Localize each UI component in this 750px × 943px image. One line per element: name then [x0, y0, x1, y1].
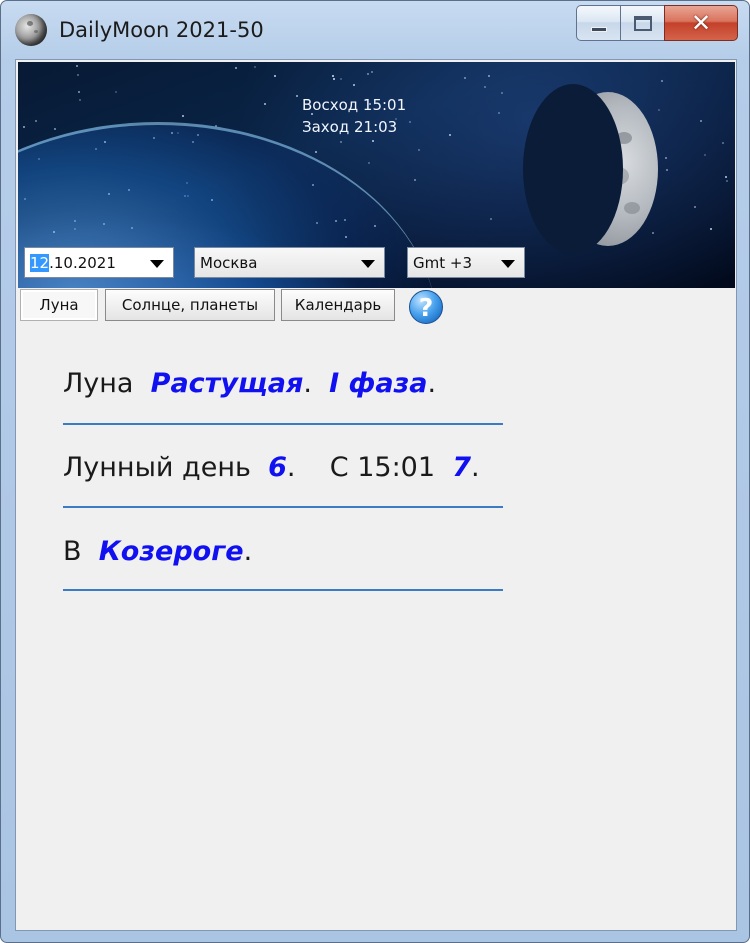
moon-icon [15, 14, 47, 46]
star [498, 112, 500, 114]
star [409, 121, 411, 123]
moon-phase-line: Луна Растущая. I фаза. [63, 368, 436, 399]
star [414, 179, 416, 181]
tab-moon[interactable]: Луна [20, 289, 98, 321]
star [315, 151, 317, 153]
close-icon: ✕ [690, 9, 712, 37]
timezone-select[interactable]: Gmt +3 [407, 247, 525, 278]
zodiac-sign: Козероге [98, 536, 244, 567]
star [264, 103, 266, 105]
chevron-down-icon [361, 260, 375, 268]
punct: . [303, 368, 312, 399]
date-day-selection: 12 [30, 253, 50, 272]
space-banner: Восход 15:01 Заход 21:03 12.10.2021 Моск… [18, 62, 735, 288]
star [76, 65, 78, 67]
lunar-day-number: 6 [268, 452, 287, 483]
star [501, 92, 503, 94]
close-button[interactable]: ✕ [664, 5, 738, 41]
tab-calendar[interactable]: Календарь [281, 289, 395, 321]
star [77, 74, 79, 76]
window-controls: ✕ [576, 5, 738, 43]
star [353, 84, 355, 86]
maximize-button[interactable] [620, 5, 664, 41]
client-area: Восход 15:01 Заход 21:03 12.10.2021 Моск… [15, 59, 737, 931]
punct: . [471, 452, 480, 483]
help-icon[interactable]: ? [409, 290, 443, 324]
star [23, 126, 25, 128]
chevron-down-icon [501, 260, 515, 268]
city-value: Москва [200, 253, 258, 272]
window-title: DailyMoon 2021-50 [59, 18, 264, 42]
star [704, 154, 706, 156]
zodiac-prefix: В [63, 536, 82, 567]
star [182, 115, 184, 117]
lunar-day-line: Лунный день 6. С 15:01 7. [63, 452, 480, 483]
sunset-time: Заход 21:03 [302, 118, 398, 136]
star [652, 232, 654, 234]
moon-shadow [523, 84, 623, 254]
star [726, 180, 728, 182]
lunar-day-since: С 15:01 [329, 452, 436, 483]
app-window: DailyMoon 2021-50 ✕ Восход 15:01 Заход 2… [0, 0, 750, 943]
star [340, 78, 342, 80]
timezone-value: Gmt +3 [413, 253, 472, 272]
divider [63, 506, 503, 508]
star [235, 67, 237, 69]
star [371, 71, 373, 73]
divider [63, 589, 503, 591]
punct: . [243, 536, 253, 567]
star [490, 218, 492, 220]
star [296, 95, 298, 97]
star [372, 140, 374, 142]
star [666, 169, 668, 171]
tab-sun-planets[interactable]: Солнце, планеты [105, 289, 275, 321]
star [54, 128, 56, 130]
divider [63, 423, 503, 425]
minimize-icon [590, 26, 607, 32]
minimize-button[interactable] [576, 5, 620, 41]
star [488, 75, 490, 77]
star [484, 86, 486, 88]
lunar-day-label: Лунный день [63, 452, 251, 483]
star [332, 75, 334, 77]
star [722, 142, 724, 144]
star [333, 78, 335, 80]
zodiac-line: В Козероге. [63, 536, 252, 567]
star [725, 176, 727, 178]
date-picker[interactable]: 12.10.2021 [24, 247, 174, 278]
title-bar[interactable]: DailyMoon 2021-50 ✕ [1, 1, 749, 59]
star [700, 120, 702, 122]
star [658, 109, 660, 111]
rise-set-times: Восход 15:01 Заход 21:03 [302, 94, 406, 138]
star [449, 134, 451, 136]
phase-name: Растущая [150, 368, 304, 399]
star [694, 206, 696, 208]
star [274, 75, 276, 77]
star [418, 149, 420, 151]
sunrise-time: Восход 15:01 [302, 96, 407, 114]
punct: . [286, 452, 296, 483]
star [367, 73, 369, 75]
chevron-down-icon [150, 260, 164, 268]
date-rest: .10.2021 [49, 253, 116, 272]
city-select[interactable]: Москва [194, 247, 385, 278]
star [79, 99, 81, 101]
next-lunar-day-number: 7 [452, 452, 472, 483]
maximize-icon [633, 15, 652, 31]
star [710, 228, 712, 230]
star [35, 120, 37, 122]
star [78, 91, 80, 93]
star [661, 80, 663, 82]
star [665, 157, 667, 159]
moon-label: Луна [63, 368, 134, 399]
star [464, 77, 466, 79]
star [368, 162, 370, 164]
phase-number: I фаза [329, 368, 428, 399]
star [115, 91, 117, 93]
punct: . [427, 368, 437, 399]
star [254, 66, 256, 68]
star [340, 141, 342, 143]
